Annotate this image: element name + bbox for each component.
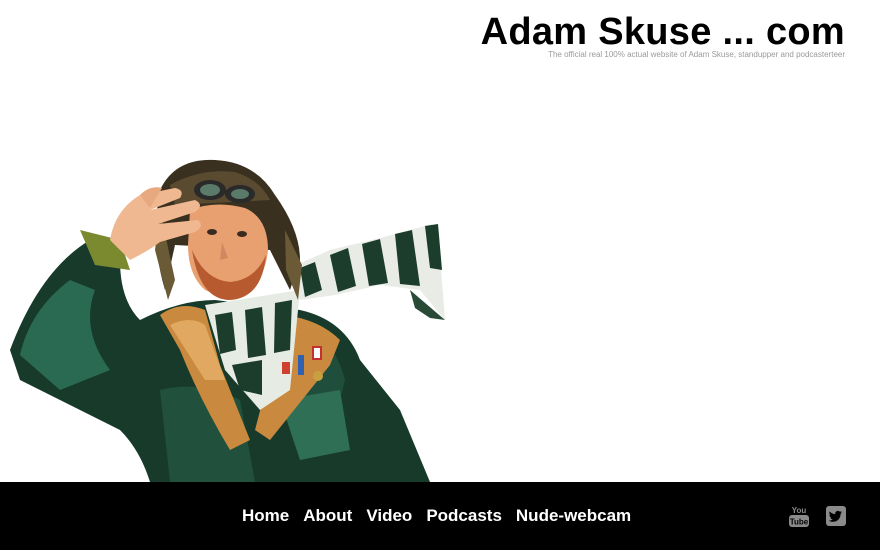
nav-link-about[interactable]: About xyxy=(303,506,352,526)
nav-link-nude-webcam[interactable]: Nude-webcam xyxy=(516,506,631,526)
twitter-link[interactable] xyxy=(826,506,846,531)
main-nav: Home About Video Podcasts Nude-webcam xyxy=(242,506,631,526)
site-title[interactable]: Adam Skuse ... com xyxy=(481,10,845,54)
footer-bar: Home About Video Podcasts Nude-webcam Yo… xyxy=(0,482,880,550)
youtube-icon: You Tube xyxy=(789,506,809,527)
face-graphic xyxy=(188,204,268,300)
youtube-icon-text-top: You xyxy=(792,506,807,515)
scarf-graphic xyxy=(285,224,445,320)
page: Adam Skuse ... com The official real 100… xyxy=(0,0,880,550)
hero-photo xyxy=(0,150,460,482)
site-tagline: The official real 100% actual website of… xyxy=(548,50,845,59)
nav-link-video[interactable]: Video xyxy=(366,506,412,526)
aviator-portrait-photo xyxy=(10,159,445,482)
nav-link-home[interactable]: Home xyxy=(242,506,289,526)
youtube-link[interactable]: You Tube xyxy=(789,504,809,533)
nav-link-podcasts[interactable]: Podcasts xyxy=(426,506,502,526)
twitter-icon xyxy=(826,506,846,526)
youtube-icon-text-bottom: Tube xyxy=(790,518,809,527)
social-links: You Tube xyxy=(789,504,846,533)
